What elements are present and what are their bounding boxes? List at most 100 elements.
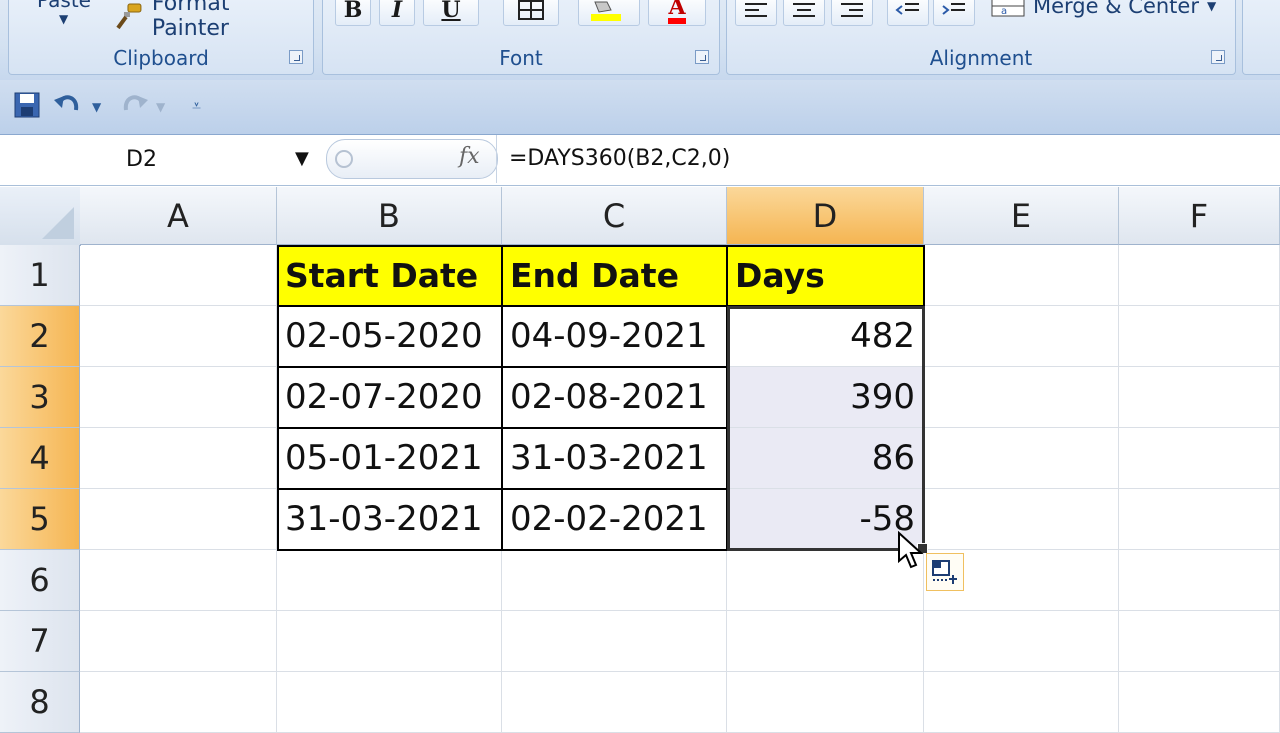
cell-a7[interactable] xyxy=(80,611,277,672)
borders-icon xyxy=(518,0,544,20)
customize-toolbar-icon[interactable]: ⩡ xyxy=(192,96,201,116)
align-left-button[interactable] xyxy=(735,0,777,26)
cell-a6[interactable] xyxy=(80,550,277,611)
row-header-3[interactable]: 3 xyxy=(0,367,80,428)
cell-c3[interactable]: 02-08-2021 xyxy=(502,367,727,428)
cell-b1-header[interactable]: Start Date xyxy=(277,245,502,306)
align-center-icon xyxy=(793,3,815,17)
cell-f5[interactable] xyxy=(1119,489,1280,550)
auto-fill-options-icon xyxy=(932,560,957,584)
column-header-b[interactable]: B xyxy=(277,187,502,245)
cell-b8[interactable] xyxy=(277,672,502,733)
row-header-7[interactable]: 7 xyxy=(0,611,80,672)
merge-dropdown-icon[interactable]: ▼ xyxy=(1207,0,1216,13)
cell-f2[interactable] xyxy=(1119,306,1280,367)
undo-dropdown-icon[interactable]: ▼ xyxy=(92,100,101,114)
merge-center-button[interactable]: a Merge & Center ▼ xyxy=(991,0,1216,20)
formula-input[interactable]: =DAYS360(B2,C2,0) xyxy=(496,135,1280,183)
font-color-button[interactable]: A xyxy=(648,0,706,26)
mouse-cursor-icon xyxy=(897,530,929,579)
auto-fill-options-button[interactable] xyxy=(926,553,964,591)
save-icon[interactable] xyxy=(14,92,40,124)
cell-b2[interactable]: 02-05-2020 xyxy=(277,306,502,367)
paste-dropdown-icon[interactable]: ▼ xyxy=(59,12,68,26)
cell-a1[interactable] xyxy=(80,245,277,306)
font-group: B I U A Font xyxy=(322,0,720,75)
cell-d5[interactable]: -58 xyxy=(727,489,924,550)
cell-c2[interactable]: 04-09-2021 xyxy=(502,306,727,367)
cancel-entry-icon[interactable] xyxy=(335,150,353,168)
cell-e4[interactable] xyxy=(924,428,1119,489)
cell-d8[interactable] xyxy=(727,672,924,733)
bold-button[interactable]: B xyxy=(335,0,371,26)
row-header-2[interactable]: 2 xyxy=(0,306,80,367)
row-header-6[interactable]: 6 xyxy=(0,550,80,611)
increase-indent-button[interactable] xyxy=(933,0,975,26)
cell-f6[interactable] xyxy=(1119,550,1280,611)
name-box-dropdown-icon[interactable]: ▼ xyxy=(295,148,309,169)
cell-d1-header[interactable]: Days xyxy=(727,245,924,306)
underline-button[interactable]: U xyxy=(423,0,479,26)
column-header-a[interactable]: A xyxy=(80,187,277,245)
fill-color-button[interactable] xyxy=(578,0,640,26)
column-header-c[interactable]: C xyxy=(502,187,727,245)
italic-button[interactable]: I xyxy=(379,0,415,26)
font-dialog-launcher-icon[interactable] xyxy=(695,50,709,64)
cell-e8[interactable] xyxy=(924,672,1119,733)
cell-c5[interactable]: 02-02-2021 xyxy=(502,489,727,550)
column-header-f[interactable]: F xyxy=(1119,187,1280,245)
row-header-4[interactable]: 4 xyxy=(0,428,80,489)
select-all-button[interactable] xyxy=(0,187,81,246)
cell-a5[interactable] xyxy=(80,489,277,550)
cell-b5[interactable]: 31-03-2021 xyxy=(277,489,502,550)
cell-e2[interactable] xyxy=(924,306,1119,367)
cell-a8[interactable] xyxy=(80,672,277,733)
cell-f4[interactable] xyxy=(1119,428,1280,489)
cell-c4[interactable]: 31-03-2021 xyxy=(502,428,727,489)
cell-e1[interactable] xyxy=(924,245,1119,306)
cell-f1[interactable] xyxy=(1119,245,1280,306)
name-box[interactable]: D2 ▼ xyxy=(0,143,318,175)
cell-d4[interactable]: 86 xyxy=(727,428,924,489)
cell-f8[interactable] xyxy=(1119,672,1280,733)
redo-dropdown-icon[interactable]: ▼ xyxy=(156,100,165,114)
format-painter-button[interactable]: Format Painter xyxy=(114,0,313,41)
alignment-dialog-launcher-icon[interactable] xyxy=(1211,50,1225,64)
align-center-button[interactable] xyxy=(783,0,825,26)
cell-c7[interactable] xyxy=(502,611,727,672)
cell-b7[interactable] xyxy=(277,611,502,672)
cell-a2[interactable] xyxy=(80,306,277,367)
row-header-8[interactable]: 8 xyxy=(0,672,80,733)
cell-f7[interactable] xyxy=(1119,611,1280,672)
row-header-1[interactable]: 1 xyxy=(0,245,80,306)
cell-c1-header[interactable]: End Date xyxy=(502,245,727,306)
redo-icon[interactable] xyxy=(120,92,148,124)
borders-button[interactable] xyxy=(503,0,559,26)
font-color-icon: A xyxy=(668,0,686,24)
cell-d3[interactable]: 390 xyxy=(727,367,924,428)
cell-d6[interactable] xyxy=(727,550,924,611)
column-header-e[interactable]: E xyxy=(924,187,1119,245)
row-header-5[interactable]: 5 xyxy=(0,489,80,550)
cell-e7[interactable] xyxy=(924,611,1119,672)
cell-d7[interactable] xyxy=(727,611,924,672)
cell-e3[interactable] xyxy=(924,367,1119,428)
cell-b3[interactable]: 02-07-2020 xyxy=(277,367,502,428)
column-header-d[interactable]: D xyxy=(727,187,924,245)
cell-e5[interactable] xyxy=(924,489,1119,550)
cell-c6[interactable] xyxy=(502,550,727,611)
paste-button-label[interactable]: Paste xyxy=(37,0,91,12)
cell-c8[interactable] xyxy=(502,672,727,733)
insert-function-icon[interactable]: fx xyxy=(459,144,480,169)
cell-b6[interactable] xyxy=(277,550,502,611)
cell-b4[interactable]: 05-01-2021 xyxy=(277,428,502,489)
cell-a3[interactable] xyxy=(80,367,277,428)
undo-icon[interactable] xyxy=(54,92,82,124)
decrease-indent-button[interactable] xyxy=(887,0,929,26)
cell-f3[interactable] xyxy=(1119,367,1280,428)
cell-d2[interactable]: 482 xyxy=(727,306,924,367)
align-right-button[interactable] xyxy=(831,0,873,26)
cell-a4[interactable] xyxy=(80,428,277,489)
clipboard-dialog-launcher-icon[interactable] xyxy=(289,50,303,64)
fill-color-icon xyxy=(591,1,621,21)
